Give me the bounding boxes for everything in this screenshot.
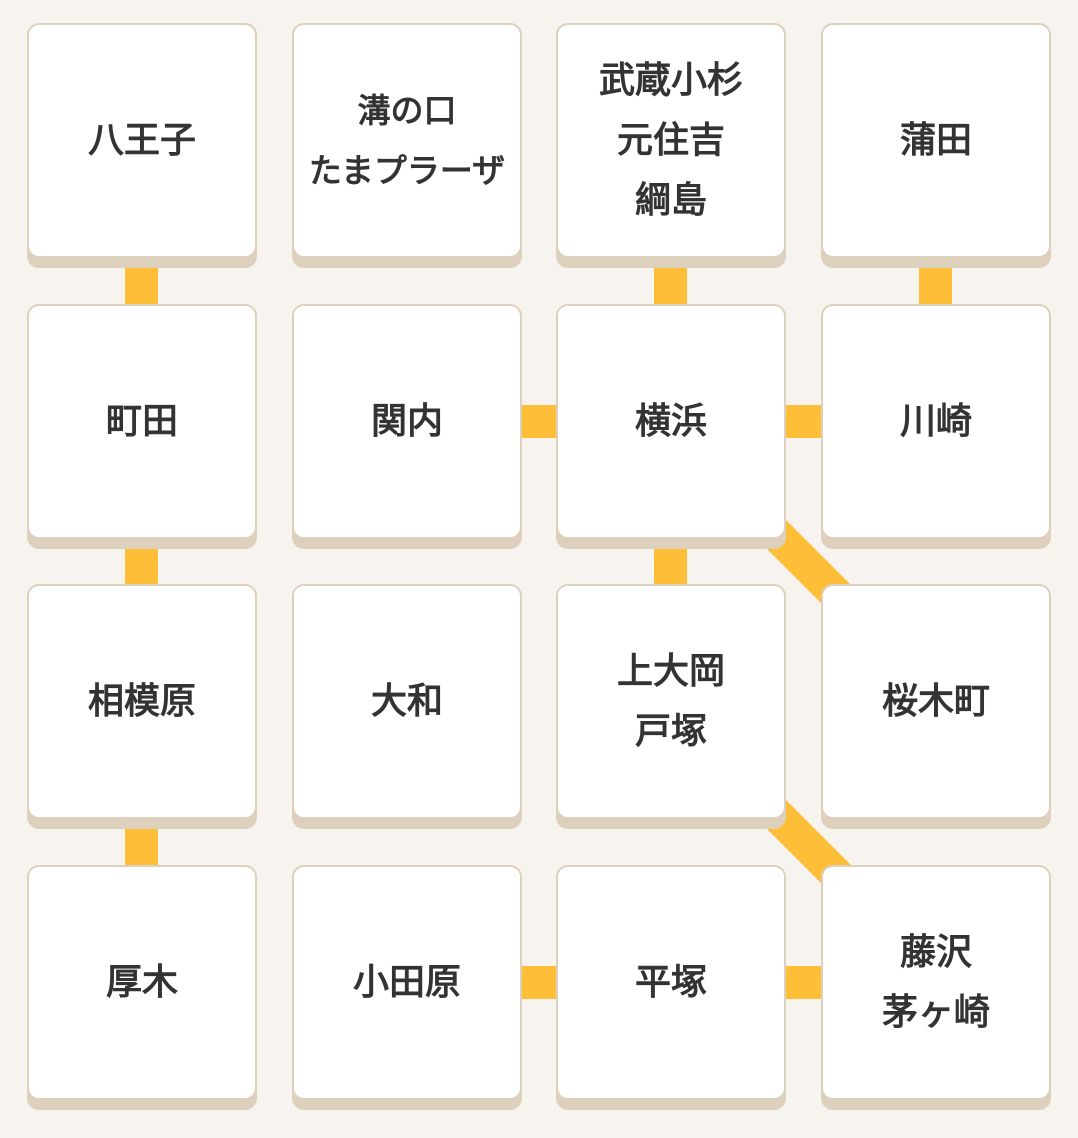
station-name: 蒲田 [899,119,972,161]
station-card: 武蔵小杉 元住吉 綱島 [556,23,786,258]
station-card: 平塚 [556,865,786,1100]
station-card: 大和 [292,584,522,819]
station-card: 桜木町 [821,584,1051,819]
station-card: 川崎 [821,304,1051,539]
station-card: 小田原 [292,865,522,1100]
station-name: 桜木町 [881,680,990,722]
station-name: 上大岡 戸塚 [616,650,725,752]
station-name: 平塚 [634,961,707,1003]
station-card: 相模原 [27,584,257,819]
station-name: 武蔵小杉 元住吉 綱島 [598,59,743,221]
station-name: 町田 [105,400,178,442]
station-name: 大和 [370,680,443,722]
station-name: 小田原 [352,961,461,1003]
station-card: 関内 [292,304,522,539]
station-name: 川崎 [899,400,972,442]
station-card: 町田 [27,304,257,539]
station-card: 溝の口 たまプラーザ [292,23,522,258]
station-name: 相模原 [87,680,196,722]
station-name: 藤沢 茅ヶ崎 [881,931,990,1033]
station-name: 厚木 [105,961,178,1003]
station-name: 関内 [370,400,443,442]
station-name: 八王子 [87,119,196,161]
station-card: 上大岡 戸塚 [556,584,786,819]
station-card: 八王子 [27,23,257,258]
station-card: 藤沢 茅ヶ崎 [821,865,1051,1100]
station-name: 溝の口 たまプラーザ [308,90,506,190]
station-card: 横浜 [556,304,786,539]
station-name: 横浜 [634,400,707,442]
station-card: 厚木 [27,865,257,1100]
station-card: 蒲田 [821,23,1051,258]
